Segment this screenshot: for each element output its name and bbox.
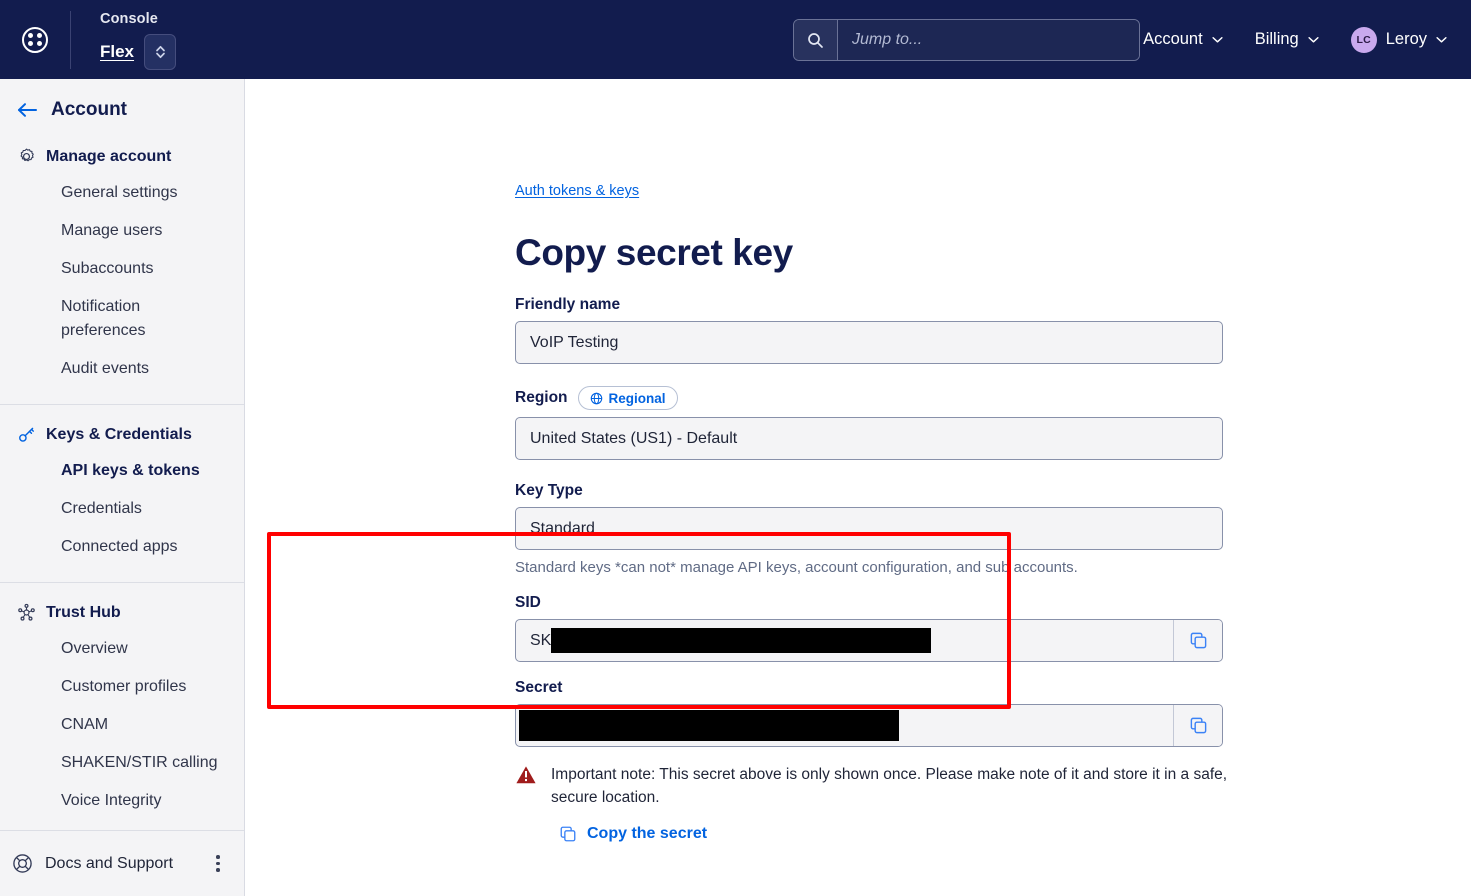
sidebar-nav: Account Manage account General settings … bbox=[0, 79, 244, 830]
sidebar-item-audit-events[interactable]: Audit events bbox=[0, 350, 244, 388]
sidebar-section-manage-account: Manage account General settings Manage u… bbox=[0, 127, 244, 388]
chevron-up-down-icon bbox=[155, 45, 165, 59]
friendly-name-input[interactable]: VoIP Testing bbox=[515, 321, 1223, 364]
chevron-down-icon bbox=[1436, 37, 1447, 43]
sidebar-item-api-keys-tokens[interactable]: API keys & tokens bbox=[0, 452, 244, 490]
sidebar-item-general-settings[interactable]: General settings bbox=[0, 174, 244, 212]
docs-and-support[interactable]: Docs and Support bbox=[0, 830, 244, 896]
sidebar-item-manage-users[interactable]: Manage users bbox=[0, 212, 244, 250]
avatar: LC bbox=[1350, 26, 1377, 53]
main-content: Auth tokens & keys Copy secret key Frien… bbox=[245, 79, 1471, 896]
important-note: Important note: This secret above is onl… bbox=[515, 763, 1245, 809]
console-page: Console Flex Jump to... Account Billing … bbox=[0, 0, 1471, 896]
field-secret: Secret bbox=[515, 679, 1223, 747]
sidebar-item-customer-profiles[interactable]: Customer profiles bbox=[0, 668, 244, 706]
sidebar-section-title: Trust Hub bbox=[46, 603, 121, 621]
global-search[interactable] bbox=[793, 19, 1140, 61]
key-type-help-text: Standard keys *can not* manage API keys,… bbox=[515, 559, 1078, 576]
sidebar-item-credentials[interactable]: Credentials bbox=[0, 490, 244, 528]
sidebar-section-keys-credentials: Keys & Credentials API keys & tokens Cre… bbox=[0, 405, 244, 566]
field-key-type: Key Type Standard Standard keys *can not… bbox=[515, 482, 1223, 576]
sid-field[interactable]: SK bbox=[515, 619, 1223, 662]
sidebar-section-header-manage-account[interactable]: Manage account bbox=[0, 141, 244, 172]
secret-redaction-bar bbox=[519, 710, 899, 741]
friendly-name-label: Friendly name bbox=[515, 296, 621, 313]
kebab-menu-icon[interactable] bbox=[206, 855, 230, 872]
copy-the-secret-link[interactable]: Copy the secret bbox=[559, 825, 707, 843]
sidebar-item-overview[interactable]: Overview bbox=[0, 630, 244, 668]
search-icon bbox=[808, 32, 823, 48]
nav-billing-menu[interactable]: Billing bbox=[1239, 20, 1335, 60]
sidebar-section-trust-hub: Trust Hub Overview Customer profiles CNA… bbox=[0, 583, 244, 820]
sidebar-back-account[interactable]: Account bbox=[0, 91, 244, 127]
docs-and-support-label: Docs and Support bbox=[45, 854, 174, 872]
sidebar-item-voice-integrity[interactable]: Voice Integrity bbox=[0, 782, 244, 820]
secret-value[interactable] bbox=[516, 705, 1173, 746]
sidebar-item-notification-preferences[interactable]: Notification preferences bbox=[0, 288, 175, 350]
secret-field[interactable] bbox=[515, 704, 1223, 747]
sidebar: Account Manage account General settings … bbox=[0, 79, 245, 896]
product-selector: Console Flex bbox=[100, 0, 177, 79]
status-badge-regional: Regional bbox=[577, 386, 678, 410]
page-title: Copy secret key bbox=[515, 232, 793, 273]
region-input[interactable]: United States (US1) - Default bbox=[515, 417, 1223, 460]
life-ring-icon bbox=[13, 854, 32, 873]
sidebar-section-title: Keys & Credentials bbox=[46, 425, 192, 443]
sidebar-back-label: Account bbox=[51, 99, 127, 120]
region-label: Region bbox=[515, 389, 568, 406]
secret-label: Secret bbox=[515, 679, 563, 696]
warning-triangle-icon bbox=[516, 766, 536, 784]
top-nav: Account Billing LC Leroy bbox=[1127, 0, 1471, 79]
console-label: Console bbox=[100, 11, 158, 27]
sidebar-item-connected-apps[interactable]: Connected apps bbox=[0, 528, 244, 566]
breadcrumb[interactable]: Auth tokens & keys bbox=[515, 183, 639, 199]
copy-icon bbox=[1190, 717, 1206, 734]
important-note-text: Important note: This secret above is onl… bbox=[551, 766, 1228, 806]
sidebar-item-shaken-stir-calling[interactable]: SHAKEN/STIR calling bbox=[0, 744, 244, 782]
copy-icon bbox=[1190, 632, 1206, 649]
user-menu[interactable]: LC Leroy bbox=[1335, 20, 1463, 60]
status-badge-label: Regional bbox=[608, 390, 666, 406]
field-sid: SID SK bbox=[515, 594, 1223, 662]
search-input[interactable] bbox=[838, 20, 1139, 60]
gear-icon bbox=[20, 148, 34, 162]
arrow-left-icon bbox=[18, 103, 37, 117]
sidebar-item-subaccounts[interactable]: Subaccounts bbox=[0, 250, 244, 288]
top-bar: Console Flex Jump to... Account Billing … bbox=[0, 0, 1471, 79]
copy-sid-button[interactable] bbox=[1173, 620, 1222, 661]
field-region: Region Regional United States (US1) - De… bbox=[515, 386, 1223, 460]
sidebar-section-title: Manage account bbox=[46, 147, 172, 165]
sidebar-section-header-keys-credentials[interactable]: Keys & Credentials bbox=[0, 419, 244, 450]
nav-account-label: Account bbox=[1143, 30, 1203, 48]
header-divider bbox=[70, 10, 71, 69]
copy-icon bbox=[560, 826, 576, 842]
sidebar-item-cnam[interactable]: CNAM bbox=[0, 706, 244, 744]
twilio-logo-icon bbox=[22, 26, 48, 53]
key-type-input[interactable]: Standard bbox=[515, 507, 1223, 550]
sid-value[interactable]: SK bbox=[516, 620, 1173, 661]
nav-billing-label: Billing bbox=[1254, 30, 1299, 48]
globe-icon bbox=[590, 392, 602, 404]
field-friendly-name: Friendly name VoIP Testing bbox=[515, 296, 1223, 364]
copy-secret-button[interactable] bbox=[1173, 705, 1222, 746]
region-label-row: Region Regional bbox=[515, 386, 1223, 410]
page-body: Account Manage account General settings … bbox=[0, 79, 1471, 896]
key-icon bbox=[19, 427, 34, 442]
search-button[interactable] bbox=[794, 20, 838, 60]
chevron-down-icon bbox=[1212, 37, 1223, 43]
nav-account-menu[interactable]: Account bbox=[1127, 20, 1239, 60]
user-name-label: Leroy bbox=[1385, 30, 1427, 48]
chevron-down-icon bbox=[1308, 37, 1319, 43]
product-name-link[interactable]: Flex bbox=[100, 42, 134, 62]
product-switcher-button[interactable] bbox=[144, 34, 177, 70]
trust-hub-icon bbox=[18, 603, 35, 621]
key-type-label: Key Type bbox=[515, 482, 583, 499]
sid-value-prefix: SK bbox=[530, 631, 552, 649]
sid-label: SID bbox=[515, 594, 541, 611]
logo-button[interactable] bbox=[0, 0, 70, 79]
sid-redaction-bar bbox=[551, 628, 932, 653]
copy-the-secret-label: Copy the secret bbox=[587, 825, 708, 842]
sidebar-section-header-trust-hub[interactable]: Trust Hub bbox=[0, 597, 244, 628]
